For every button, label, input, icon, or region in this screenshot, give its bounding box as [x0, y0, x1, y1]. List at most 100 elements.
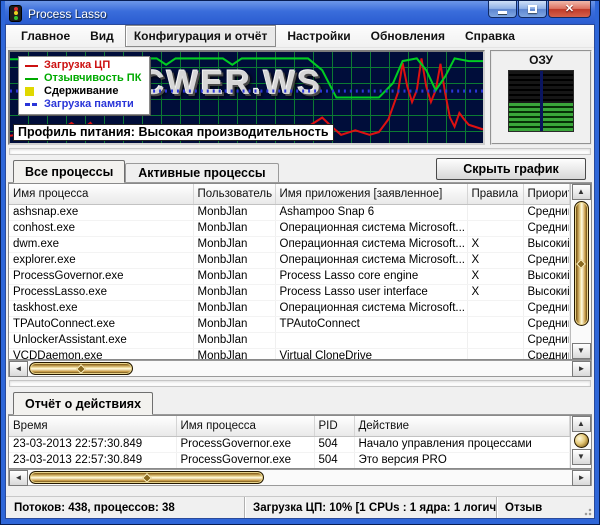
cell-pid: 504 — [314, 452, 354, 468]
col-log-process-name[interactable]: Имя процесса — [176, 416, 314, 436]
cell-app: Операционная система Microsoft... — [275, 252, 467, 268]
graph-section: CWER.WS Загрузка ЦП Отзывчивость ПК Сдер… — [6, 48, 594, 145]
log-scroll-up-icon[interactable]: ▲ — [572, 416, 591, 432]
log-scroll-right-icon[interactable]: ► — [572, 470, 591, 486]
cpu-line-icon — [25, 65, 39, 67]
process-table-vscrollbar[interactable]: ▲ ▼ — [570, 184, 591, 359]
close-icon: ✕ — [565, 2, 574, 17]
cell-rules — [467, 316, 523, 332]
col-rules[interactable]: Правила — [467, 184, 523, 204]
table-row[interactable]: 23-03-2013 22:57:30.849ProcessGovernor.e… — [9, 452, 570, 468]
memory-dashes-icon — [25, 103, 39, 106]
col-action[interactable]: Действие — [354, 416, 570, 436]
cell-app: Process Lasso user interface — [275, 284, 467, 300]
table-row[interactable]: explorer.exeMonbJlanОперационная система… — [9, 252, 570, 268]
table-row[interactable]: UnlockerAssistant.exeMonbJlanСредний — [9, 332, 570, 348]
action-log-table: Время Имя процесса PID Действие 23-03-20… — [8, 415, 592, 469]
cell-priority: Средний — [523, 252, 570, 268]
table-row[interactable]: dwm.exeMonbJlanОперационная система Micr… — [9, 236, 570, 252]
hide-graph-button[interactable]: Скрыть график — [436, 158, 586, 180]
cell-name: TPAutoConnect.exe — [9, 316, 193, 332]
process-table-hscrollbar[interactable]: ◄ ► — [8, 360, 592, 377]
log-table-vscrollbar[interactable]: ▲ ▼ — [570, 416, 591, 468]
status-cpu-load: Загрузка ЦП: 10% [1 CPUs : 1 ядра: 1 лог… — [244, 497, 496, 518]
yellow-light — [14, 11, 18, 15]
scroll-up-icon[interactable]: ▲ — [572, 184, 591, 200]
graph-legend: Загрузка ЦП Отзывчивость ПК Сдерживание … — [18, 56, 150, 115]
tab-active-processes[interactable]: Активные процессы — [125, 163, 278, 182]
menu-updates[interactable]: Обновления — [362, 25, 454, 47]
performance-graph: CWER.WS Загрузка ЦП Отзывчивость ПК Сдер… — [8, 50, 485, 145]
table-row[interactable]: ProcessGovernor.exeMonbJlanProcess Lasso… — [9, 268, 570, 284]
cell-pid: 504 — [314, 436, 354, 452]
table-row[interactable]: taskhost.exeMonbJlanОперационная система… — [9, 300, 570, 316]
col-user[interactable]: Пользователь — [193, 184, 275, 204]
col-process-name[interactable]: Имя процесса — [9, 184, 193, 204]
menu-help[interactable]: Справка — [456, 25, 524, 47]
cell-rules — [467, 348, 523, 359]
cell-app — [275, 332, 467, 348]
hscroll-thumb[interactable] — [29, 362, 133, 375]
cell-rules — [467, 300, 523, 316]
col-pid[interactable]: PID — [314, 416, 354, 436]
cell-app: Ashampoo Snap 6 — [275, 204, 467, 220]
table-row[interactable]: ashsnap.exeMonbJlanAshampoo Snap 6Средни… — [9, 204, 570, 220]
process-lasso-window: Process Lasso ✕ Главное Вид Конфигурация… — [0, 0, 600, 525]
client-area: Главное Вид Конфигурация и отчёт Настрой… — [5, 24, 595, 519]
close-button[interactable]: ✕ — [548, 1, 591, 18]
scroll-down-icon[interactable]: ▼ — [572, 343, 591, 359]
menu-view[interactable]: Вид — [81, 25, 123, 47]
col-priority[interactable]: Приоритет — [523, 184, 570, 204]
log-scroll-left-icon[interactable]: ◄ — [9, 470, 28, 486]
cell-name: ProcessGovernor.exe — [176, 452, 314, 468]
cell-app: TPAutoConnect — [275, 316, 467, 332]
maximize-button[interactable] — [518, 1, 547, 18]
table-row[interactable]: TPAutoConnect.exeMonbJlanTPAutoConnectСр… — [9, 316, 570, 332]
tab-action-log[interactable]: Отчёт о действиях — [13, 392, 153, 415]
status-bar: Потоков: 438, процессов: 38 Загрузка ЦП:… — [6, 496, 594, 518]
cell-name: ProcessGovernor.exe — [176, 436, 314, 452]
tab-all-processes[interactable]: Все процессы — [13, 160, 125, 183]
table-row[interactable]: conhost.exeMonbJlanОперационная система … — [9, 220, 570, 236]
ram-meter-centerline — [540, 71, 543, 131]
cell-app: Process Lasso core engine — [275, 268, 467, 284]
cell-priority: Средний — [523, 204, 570, 220]
cell-user: MonbJlan — [193, 220, 275, 236]
table-row[interactable]: ProcessLasso.exeMonbJlanProcess Lasso us… — [9, 284, 570, 300]
scroll-right-icon[interactable]: ► — [572, 361, 591, 377]
menu-configuration[interactable]: Конфигурация и отчёт — [125, 25, 277, 47]
cell-name: VCDDaemon.exe — [9, 348, 193, 359]
log-scroll-down-icon[interactable]: ▼ — [572, 449, 591, 465]
cell-rules — [467, 204, 523, 220]
traffic-light-icon — [9, 5, 22, 22]
cell-action: Это версия PRO — [354, 452, 570, 468]
menu-main[interactable]: Главное — [12, 25, 79, 47]
cell-name: ashsnap.exe — [9, 204, 193, 220]
table-row[interactable]: VCDDaemon.exeMonbJlanVirtual CloneDriveС… — [9, 348, 570, 359]
log-vscroll-thumb[interactable] — [574, 433, 589, 448]
log-table-hscrollbar[interactable]: ◄ ► — [8, 469, 592, 486]
scroll-left-icon[interactable]: ◄ — [9, 361, 28, 377]
cell-user: MonbJlan — [193, 268, 275, 284]
minimize-button[interactable] — [488, 1, 517, 18]
cell-priority: Средний — [523, 316, 570, 332]
minimize-icon — [498, 11, 507, 14]
col-app-name[interactable]: Имя приложения [заявленное] — [275, 184, 467, 204]
cell-name: dwm.exe — [9, 236, 193, 252]
log-hscroll-thumb[interactable] — [29, 471, 264, 484]
log-tabstrip: Отчёт о действиях — [8, 390, 592, 415]
status-threads: Потоков: 438, процессов: 38 — [6, 497, 244, 518]
cell-rules — [467, 332, 523, 348]
cell-priority: Высокий — [523, 284, 570, 300]
col-time[interactable]: Время — [9, 416, 176, 436]
menu-settings[interactable]: Настройки — [278, 25, 359, 47]
cell-priority: Средний — [523, 220, 570, 236]
process-table-header[interactable]: Имя процесса Пользователь Имя приложения… — [9, 184, 570, 204]
cell-name: UnlockerAssistant.exe — [9, 332, 193, 348]
table-row[interactable]: 23-03-2013 22:57:30.849ProcessGovernor.e… — [9, 436, 570, 452]
cell-name: explorer.exe — [9, 252, 193, 268]
log-table-header[interactable]: Время Имя процесса PID Действие — [9, 416, 570, 436]
title-bar[interactable]: Process Lasso ✕ — [5, 1, 595, 24]
resize-grip[interactable] — [582, 506, 592, 516]
vscroll-thumb[interactable] — [574, 201, 589, 326]
